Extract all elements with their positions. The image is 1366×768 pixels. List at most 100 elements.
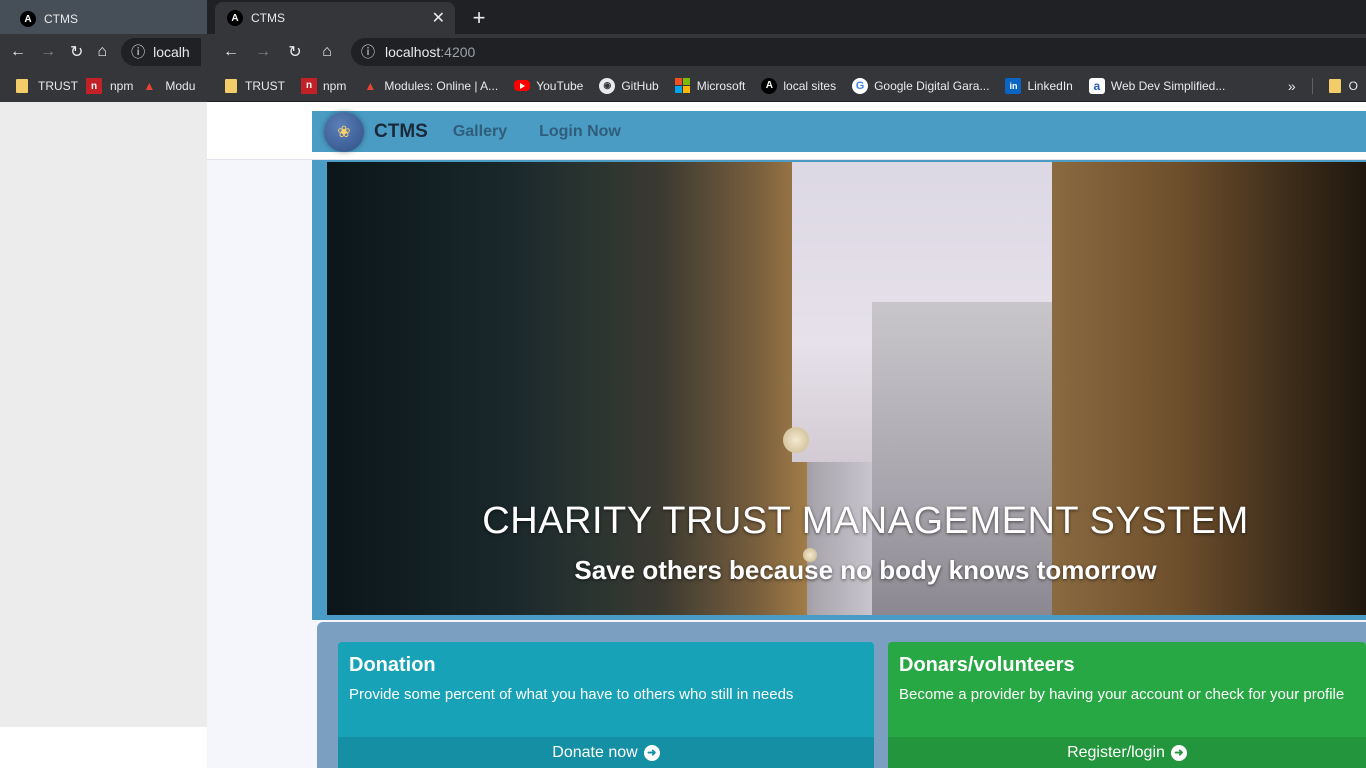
back-arrow-icon[interactable]: ← [215,36,247,68]
bookmark-microsoft[interactable]: Microsoft [667,72,754,100]
hero-title: CHARITY TRUST MANAGEMENT SYSTEM [482,500,1249,542]
background-browser-window: A CTMS ← → ↻ ⌂ ⓘ localh TRUST n npm ▲ Mo… [0,0,207,768]
info-icon: ⓘ [131,44,146,60]
angular-icon: A [761,77,778,94]
bookmark-modules[interactable]: ▲ Modules: Online | A... [354,72,506,100]
hero-section: CHARITY TRUST MANAGEMENT SYSTEM Save oth… [312,160,1366,620]
bookmark-label: LinkedIn [1027,78,1073,93]
bookmark-label: Modules: Online | A... [384,78,499,93]
bookmark-other[interactable]: O [1319,72,1366,100]
arrow-circle-right-icon: ➜ [643,744,660,761]
background-bookmarks-bar: TRUST n npm ▲ Modu [0,70,207,102]
hero-building-left [327,162,807,615]
bookmark-web-dev-simplified[interactable]: a Web Dev Simplified... [1081,72,1234,100]
home-icon[interactable]: ⌂ [311,36,343,68]
page-content: ❀ CTMS Gallery Login Now CHARITY TRUST M… [207,102,1366,768]
register-login-button[interactable]: Register/login ➜ [888,737,1366,768]
bookmark-local-sites[interactable]: A local sites [753,72,844,100]
bookmark-label: Microsoft [696,78,746,93]
tab-strip: A CTMS ✕ + [207,0,1366,34]
npm-icon: n [86,78,102,94]
background-page-bottom [0,727,207,768]
youtube-icon [514,78,531,94]
microsoft-icon [675,78,691,94]
bookmark-label: GitHub [621,78,659,93]
close-icon[interactable]: ✕ [432,8,445,28]
url-host: localhost [385,44,441,60]
card-title: Donars/volunteers [899,654,1075,676]
card-text: Provide some percent of what you have to… [349,686,794,703]
bookmark-trust[interactable]: TRUST [215,72,293,100]
linkedin-icon: in [1005,77,1022,94]
home-icon[interactable]: ⌂ [97,43,107,61]
bookmark-linkedin[interactable]: in LinkedIn [997,72,1080,100]
card-action-label: Register/login [1067,743,1165,761]
brand-name[interactable]: CTMS [374,121,428,143]
angular-icon: A [20,11,36,27]
forward-arrow-icon[interactable]: → [247,36,279,68]
modules-icon: ▲ [364,78,377,93]
background-tab[interactable]: A CTMS [8,4,207,34]
hero-image [327,162,1366,615]
bookmark-label: YouTube [536,78,584,93]
bookmarks-overflow-button[interactable]: » [1278,78,1306,94]
bookmark-npm[interactable]: n npm [293,72,354,100]
app-navbar: ❀ CTMS Gallery Login Now [312,111,1366,152]
bookmark-label: Web Dev Simplified... [1110,78,1226,93]
bookmark-label: Google Digital Gara... [874,78,990,93]
charity-hands-logo-icon[interactable]: ❀ [324,111,364,152]
background-tab-strip: A CTMS [0,0,207,34]
reload-icon[interactable]: ↻ [279,36,311,68]
address-bar[interactable]: ⓘ localhost:4200 [351,38,1366,66]
url-port: :4200 [440,44,476,60]
bookmark-youtube[interactable]: YouTube [506,72,591,100]
background-bookmark[interactable]: Modu [165,79,195,93]
background-toolbar: ← → ↻ ⌂ ⓘ localh [0,34,207,70]
folder-icon [223,78,239,94]
donation-card: Donation Provide some percent of what yo… [338,642,874,768]
bookmark-google-digital-garage[interactable]: G Google Digital Gara... [844,72,997,100]
bookmark-label: O [1348,78,1358,93]
donors-volunteers-card: Donars/volunteers Become a provider by h… [888,642,1366,768]
amazon-icon: a [1088,77,1105,94]
cards-section: Donation Provide some percent of what yo… [317,622,1366,768]
background-tab-title: CTMS [44,12,78,26]
modules-icon: ▲ [143,79,156,93]
bookmark-label: local sites [783,78,837,93]
card-text: Become a provider by having your account… [899,686,1345,703]
bookmarks-separator [1311,77,1313,94]
background-bookmark[interactable]: npm [110,79,133,93]
browser-toolbar: ← → ↻ ⌂ ⓘ localhost:4200 [207,34,1366,70]
background-page-content [0,102,207,727]
forward-arrow-icon[interactable]: → [40,43,56,61]
nav-link-gallery[interactable]: Gallery [453,123,507,141]
background-address-bar[interactable]: ⓘ localh [121,38,202,66]
card-title: Donation [349,654,436,676]
donate-now-button[interactable]: Donate now ➜ [338,737,874,768]
active-tab[interactable]: A CTMS ✕ [215,2,455,34]
bookmark-label: npm [323,78,347,93]
back-arrow-icon[interactable]: ← [10,43,26,61]
folder-icon [1327,78,1343,94]
nav-link-login[interactable]: Login Now [539,123,621,141]
tab-title: CTMS [251,11,285,25]
hero-building-right [1052,162,1366,615]
github-icon: ◉ [599,77,616,94]
card-action-label: Donate now [552,743,638,761]
background-bookmark[interactable]: TRUST [38,79,78,93]
bookmark-github[interactable]: ◉ GitHub [591,72,666,100]
street-lamp-icon [783,427,809,453]
background-url: localh [153,44,190,60]
bookmark-label: TRUST [245,78,285,93]
hero-subtitle: Save others because no body knows tomorr… [574,555,1157,585]
browser-window: A CTMS ✕ + ← → ↻ ⌂ ⓘ localhost:4200 TRUS… [207,0,1366,768]
bookmarks-bar: TRUST n npm ▲ Modules: Online | A... You… [207,70,1366,102]
reload-icon[interactable]: ↻ [70,42,83,62]
google-icon: G [852,77,869,94]
arrow-circle-right-icon: ➜ [1170,744,1187,761]
npm-icon: n [301,77,317,94]
angular-icon: A [227,10,243,26]
new-tab-icon[interactable]: + [465,4,493,32]
folder-icon [14,78,30,94]
info-icon[interactable]: ⓘ [361,42,375,62]
